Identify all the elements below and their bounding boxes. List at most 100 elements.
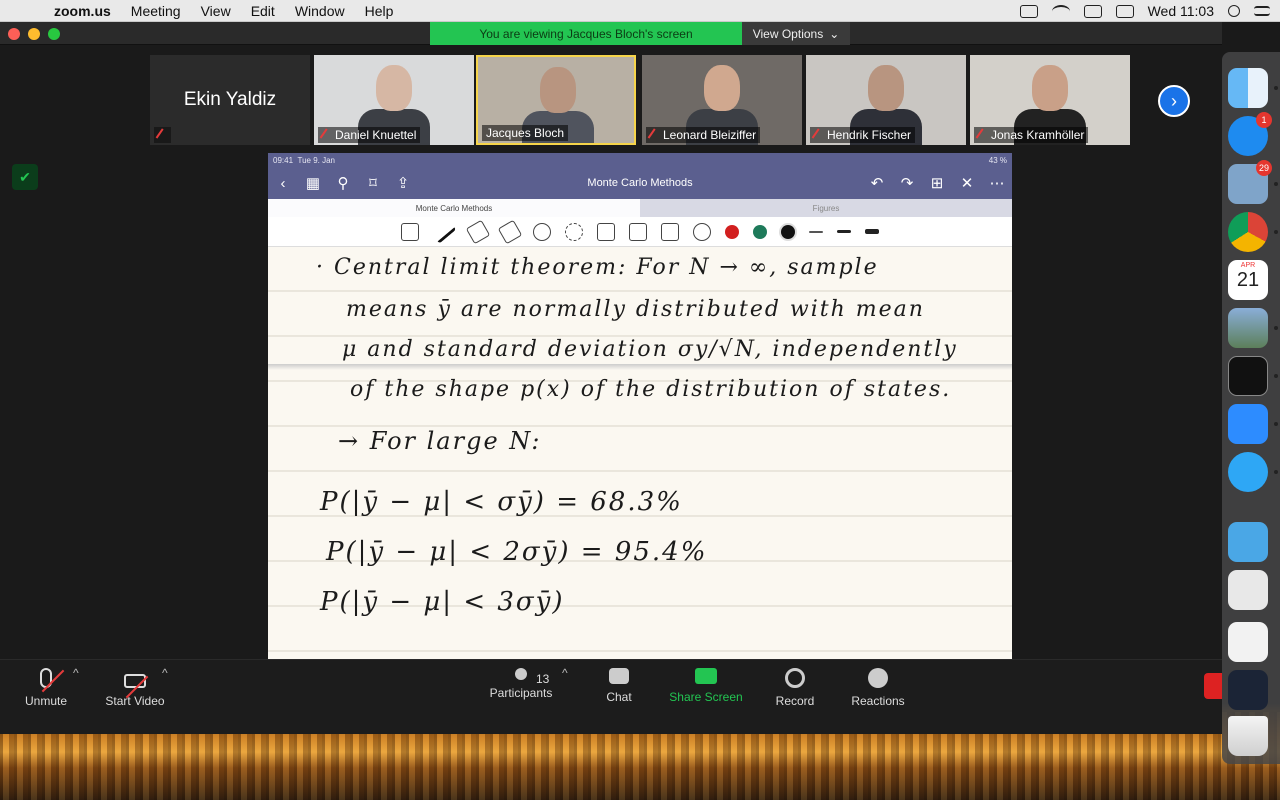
- ipad-battery: 43 %: [988, 155, 1007, 165]
- start-video-label: Start Video: [105, 694, 165, 708]
- more-icon[interactable]: ⋯: [982, 174, 1012, 192]
- participant-label: Jonas Kramhöller: [974, 127, 1089, 143]
- handwriting-line: · Central limit theorem: For N → ∞, samp…: [316, 255, 879, 280]
- participant-tile-active-speaker[interactable]: Jacques Bloch: [476, 55, 636, 145]
- preview-icon[interactable]: [1228, 308, 1268, 348]
- chat-label: Chat: [606, 690, 632, 704]
- participant-name: Ekin Yaldiz: [150, 55, 310, 145]
- handwriting-formula: P(|ȳ − μ| < 3σȳ): [320, 587, 565, 617]
- finder-icon[interactable]: [1228, 68, 1268, 108]
- stroke-thin-option[interactable]: [809, 230, 823, 233]
- calendar-month: APR: [1240, 262, 1256, 269]
- calendar-icon[interactable]: APR 21: [1228, 260, 1268, 300]
- read-mode-icon[interactable]: [401, 222, 419, 241]
- shapes-icon[interactable]: [533, 222, 551, 241]
- menu-edit[interactable]: Edit: [251, 3, 275, 19]
- audio-options-chevron-icon[interactable]: ^: [73, 666, 79, 680]
- menu-view[interactable]: View: [201, 3, 231, 19]
- handwriting-formula: P(|ȳ − μ| < 2σȳ) = 95.4%: [326, 537, 708, 567]
- security-shield-icon[interactable]: ✔: [12, 164, 38, 190]
- menu-window[interactable]: Window: [295, 3, 345, 19]
- highlighter-icon[interactable]: [497, 219, 523, 244]
- messages-icon[interactable]: [1228, 452, 1268, 492]
- chrome-icon[interactable]: [1228, 212, 1268, 252]
- handwriting-formula: P(|ȳ − μ| < σȳ) = 68.3%: [320, 487, 683, 517]
- trash-icon[interactable]: [1228, 716, 1268, 756]
- camera-icon[interactable]: [629, 222, 647, 241]
- chat-button[interactable]: Chat: [574, 668, 664, 720]
- participants-options-chevron-icon[interactable]: ^: [562, 666, 568, 680]
- participant-name: Jonas Kramhöller: [991, 128, 1085, 142]
- grid-icon[interactable]: ▦: [298, 174, 328, 192]
- clock[interactable]: Wed 11:03: [1148, 3, 1214, 19]
- close-window-button[interactable]: [8, 28, 20, 40]
- bookmark-icon[interactable]: ⌑: [358, 174, 388, 192]
- flag-icon[interactable]: [1115, 4, 1134, 18]
- participant-tile[interactable]: Ekin Yaldiz: [150, 55, 310, 145]
- chrome-window-thumbnail-icon[interactable]: [1228, 670, 1268, 710]
- mail-icon[interactable]: 29: [1228, 160, 1272, 204]
- undo-icon[interactable]: ↶: [862, 174, 892, 192]
- participants-button[interactable]: Participants: [476, 668, 566, 720]
- color-green-swatch[interactable]: [753, 224, 767, 239]
- color-black-swatch[interactable]: [781, 224, 795, 239]
- handwriting-line: μ and standard deviation σy/√N, independ…: [342, 337, 958, 362]
- back-icon[interactable]: ‹: [268, 175, 298, 192]
- desktop: zoom.us Meeting View Edit Window Help We…: [0, 0, 1280, 800]
- participant-tile[interactable]: Hendrik Fischer: [806, 55, 966, 145]
- chevron-down-icon: ⌄: [829, 26, 840, 41]
- minimize-window-button[interactable]: [28, 28, 40, 40]
- handwritten-page[interactable]: · Central limit theorem: For N → ∞, samp…: [268, 247, 1012, 660]
- participant-label: Hendrik Fischer: [810, 127, 916, 143]
- add-page-icon[interactable]: ⊞: [922, 174, 952, 192]
- muted-mic-icon: [811, 127, 826, 143]
- pen-tool-icon[interactable]: [431, 219, 457, 244]
- running-indicator: [1274, 230, 1278, 234]
- battery-icon[interactable]: [1083, 4, 1102, 18]
- view-options-button[interactable]: View Options ⌄: [742, 22, 850, 45]
- running-indicator: [1274, 470, 1278, 474]
- stroke-medium-option[interactable]: [837, 230, 851, 233]
- spotlight-icon[interactable]: [1228, 5, 1240, 17]
- participant-tile[interactable]: Daniel Knuettel: [314, 55, 474, 145]
- record-button[interactable]: Record: [750, 668, 840, 720]
- tab-figures[interactable]: Figures: [640, 199, 1012, 217]
- share-icon[interactable]: ⇪: [388, 174, 418, 192]
- laser-pointer-icon[interactable]: [693, 222, 711, 241]
- applications-folder-icon[interactable]: [1228, 522, 1268, 562]
- close-icon[interactable]: ✕: [952, 174, 982, 192]
- chrome-window-thumbnail-icon[interactable]: [1228, 622, 1268, 662]
- stroke-thick-option[interactable]: [865, 229, 879, 234]
- video-options-chevron-icon[interactable]: ^: [162, 666, 168, 680]
- next-page-arrow-icon[interactable]: ›: [1158, 85, 1190, 117]
- notification-badge: 1: [1256, 112, 1272, 128]
- search-icon[interactable]: ⚲: [328, 174, 358, 192]
- image-icon[interactable]: [597, 222, 615, 241]
- running-indicator: [1274, 374, 1278, 378]
- participant-tile[interactable]: Leonard Bleiziffer: [642, 55, 802, 145]
- muted-mic-icon: [647, 127, 662, 143]
- terminal-icon[interactable]: [1228, 356, 1268, 396]
- eraser-icon[interactable]: [465, 219, 491, 244]
- tab-monte-carlo[interactable]: Monte Carlo Methods: [268, 199, 640, 217]
- menu-help[interactable]: Help: [365, 3, 394, 19]
- wifi-icon[interactable]: [1051, 4, 1070, 18]
- lasso-icon[interactable]: [565, 222, 583, 241]
- fullscreen-window-button[interactable]: [48, 28, 60, 40]
- app-store-icon[interactable]: 1: [1228, 112, 1272, 156]
- color-red-swatch[interactable]: [725, 224, 739, 239]
- document-thumbnail-icon[interactable]: [1228, 570, 1268, 610]
- redo-icon[interactable]: ↷: [892, 174, 922, 192]
- zoom-status-icon[interactable]: [1019, 4, 1038, 18]
- text-tool-icon[interactable]: [661, 222, 679, 241]
- reactions-button[interactable]: Reactions: [833, 668, 923, 720]
- participant-tile[interactable]: Jonas Kramhöller: [970, 55, 1130, 145]
- end-meeting-button[interactable]: [1204, 673, 1222, 699]
- share-screen-button[interactable]: Share Screen: [661, 668, 751, 720]
- menu-meeting[interactable]: Meeting: [131, 3, 181, 19]
- notification-center-icon[interactable]: [1254, 6, 1270, 16]
- app-menu[interactable]: zoom.us: [54, 3, 111, 19]
- shared-screen[interactable]: 09:41 Tue 9. Jan 43 % ‹ ▦ ⚲ ⌑ ⇪ Monte Ca…: [268, 153, 1012, 660]
- zoom-app-icon[interactable]: [1228, 404, 1268, 444]
- unmute-label: Unmute: [24, 694, 68, 708]
